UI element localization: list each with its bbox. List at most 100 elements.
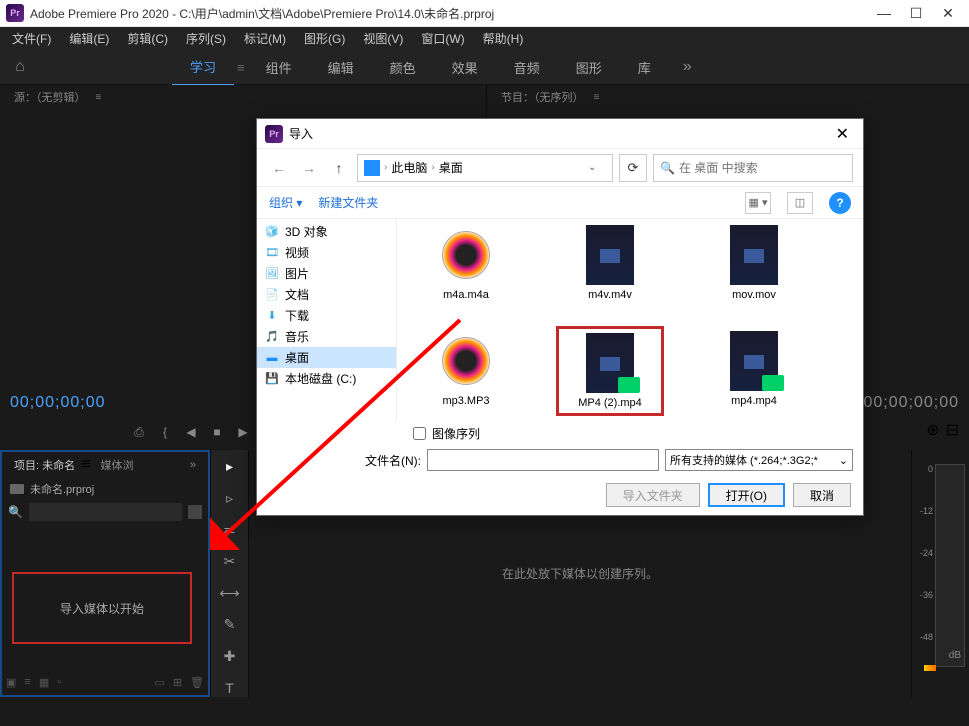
menu-view[interactable]: 视图(V): [355, 27, 411, 50]
workspace-tab-libraries[interactable]: 库: [620, 50, 669, 85]
project-tab-main[interactable]: 项目: 未命名: [8, 454, 81, 476]
workspace-tab-audio[interactable]: 音频: [496, 50, 558, 85]
workspace-tab-effects[interactable]: 效果: [434, 50, 496, 85]
project-tab-menu-icon[interactable]: ≡: [81, 456, 90, 474]
workspace-tab-color[interactable]: 颜色: [372, 50, 434, 85]
program-monitor-label: 节目：（无序列）: [495, 86, 590, 108]
transport-play-button[interactable]: ■: [209, 424, 225, 440]
workspace-tab-graphics[interactable]: 图形: [558, 50, 620, 85]
breadcrumb-folder[interactable]: 桌面: [439, 159, 463, 176]
close-button[interactable]: ✕: [941, 6, 955, 20]
file-thumbnail: [426, 331, 506, 391]
tree-item-label: 图片: [285, 265, 309, 282]
project-new-bin-button[interactable]: ▭: [154, 676, 164, 689]
workspace-tab-assembly[interactable]: 组件: [248, 50, 310, 85]
transport-extra-button[interactable]: ⊕: [926, 420, 939, 440]
dialog-search-input[interactable]: [679, 161, 846, 175]
file-thumbnail: [570, 225, 650, 285]
file-item[interactable]: mp4.mp4: [705, 331, 803, 411]
view-mode-button[interactable]: ▦ ▾: [745, 192, 771, 214]
project-view-button[interactable]: ≡: [24, 676, 30, 688]
file-item[interactable]: m4v.m4v: [561, 225, 659, 301]
menu-window[interactable]: 窗口(W): [413, 27, 472, 50]
file-item[interactable]: m4a.m4a: [417, 225, 515, 301]
project-new-item-button[interactable]: ⊞: [173, 676, 182, 689]
file-item[interactable]: mp3.MP3: [417, 331, 515, 411]
ripple-edit-tool[interactable]: ⇄: [220, 521, 240, 539]
refresh-button[interactable]: ⟳: [619, 154, 647, 182]
path-breadcrumb[interactable]: › 此电脑 › 桌面 ⌄: [357, 154, 613, 182]
tree-item[interactable]: ▬桌面: [257, 347, 396, 368]
tree-item[interactable]: 🎞视频: [257, 242, 396, 263]
project-delete-button[interactable]: 🗑: [190, 676, 204, 689]
meter-tick: -24: [920, 548, 933, 558]
import-folder-button[interactable]: 导入文件夹: [606, 483, 700, 507]
source-monitor-menu-icon[interactable]: ≡: [96, 92, 102, 103]
nav-up-button[interactable]: ↑: [327, 156, 351, 180]
program-monitor-menu-icon[interactable]: ≡: [594, 92, 600, 103]
project-tab-media-browser[interactable]: 媒体浏: [94, 454, 139, 476]
type-tool[interactable]: T: [220, 679, 240, 697]
project-filter-icon[interactable]: [188, 505, 202, 519]
image-sequence-checkbox[interactable]: [413, 427, 426, 440]
breadcrumb-root[interactable]: 此电脑: [391, 159, 427, 176]
project-tabs-more[interactable]: »: [184, 456, 202, 474]
pen-tool[interactable]: ✎: [220, 616, 240, 634]
tree-item[interactable]: 🧊3D 对象: [257, 221, 396, 242]
transport-button[interactable]: ⎙: [131, 424, 147, 440]
workspace-more[interactable]: »: [669, 50, 706, 84]
project-view-button[interactable]: ▦: [39, 676, 49, 689]
import-dialog: Pr 导入 ✕ ← → ↑ › 此电脑 › 桌面 ⌄ ⟳ 🔍 组织 ▾ 新建文件…: [256, 118, 864, 516]
minimize-button[interactable]: —: [877, 6, 891, 20]
workspace-separator: ≡: [234, 60, 248, 75]
nav-back-button[interactable]: ←: [267, 156, 291, 180]
menu-sequence[interactable]: 序列(S): [178, 27, 234, 50]
tree-item[interactable]: ⬇下载: [257, 305, 396, 326]
workspace-tab-edit[interactable]: 编辑: [310, 50, 372, 85]
open-button[interactable]: 打开(O): [708, 483, 785, 507]
razor-tool[interactable]: ✂: [220, 553, 240, 571]
new-folder-button[interactable]: 新建文件夹: [318, 194, 378, 211]
dialog-close-button[interactable]: ✕: [830, 124, 855, 144]
organize-button[interactable]: 组织 ▾: [269, 194, 302, 211]
file-type-filter[interactable]: 所有支持的媒体 (*.264;*.3G2;* ⌄: [665, 449, 853, 471]
transport-button[interactable]: ◀: [183, 424, 199, 440]
home-icon[interactable]: ⌂: [8, 55, 32, 79]
file-item[interactable]: MP4 (2).mp4: [561, 331, 659, 411]
selection-tool[interactable]: ▸: [220, 458, 240, 476]
menu-edit[interactable]: 编辑(E): [61, 27, 117, 50]
tree-item[interactable]: 🎵音乐: [257, 326, 396, 347]
nav-forward-button[interactable]: →: [297, 156, 321, 180]
slip-tool[interactable]: ⟷: [220, 585, 240, 603]
dialog-search-box[interactable]: 🔍: [653, 154, 853, 182]
preview-pane-button[interactable]: ◫: [787, 192, 813, 214]
file-item[interactable]: mov.mov: [705, 225, 803, 301]
program-transport-extra: ⊕ ⊟: [926, 420, 959, 440]
filename-input[interactable]: [427, 449, 659, 471]
cancel-button[interactable]: 取消: [793, 483, 851, 507]
source-monitor-header: 源：（无剪辑） ≡: [0, 85, 486, 109]
tree-item[interactable]: 📄文档: [257, 284, 396, 305]
help-button[interactable]: ?: [829, 192, 851, 214]
transport-button[interactable]: ▶: [235, 424, 251, 440]
menu-clip[interactable]: 剪辑(C): [119, 27, 176, 50]
project-tabs: 项目: 未命名 ≡ 媒体浏 »: [2, 452, 208, 478]
menu-help[interactable]: 帮助(H): [475, 27, 532, 50]
workspace-tab-learn[interactable]: 学习: [172, 49, 234, 86]
menu-file[interactable]: 文件(F): [4, 27, 59, 50]
project-view-button[interactable]: ▫: [57, 676, 61, 688]
transport-button[interactable]: {: [157, 424, 173, 440]
tree-item[interactable]: 🖼图片: [257, 263, 396, 284]
import-media-hint[interactable]: 导入媒体以开始: [12, 572, 192, 644]
project-view-button[interactable]: ▣: [6, 676, 16, 689]
hand-tool[interactable]: ✚: [220, 648, 240, 666]
track-select-tool[interactable]: ▹: [220, 490, 240, 508]
tree-item[interactable]: 💾本地磁盘 (C:): [257, 368, 396, 389]
maximize-button[interactable]: ☐: [909, 6, 923, 20]
project-search-input[interactable]: [29, 503, 182, 521]
transport-extra-button[interactable]: ⊟: [946, 420, 959, 440]
folder-icon: 🎵: [265, 330, 279, 344]
path-dropdown-icon[interactable]: ⌄: [588, 162, 606, 173]
menu-graphics[interactable]: 图形(G): [296, 27, 353, 50]
menu-marker[interactable]: 标记(M): [236, 27, 294, 50]
